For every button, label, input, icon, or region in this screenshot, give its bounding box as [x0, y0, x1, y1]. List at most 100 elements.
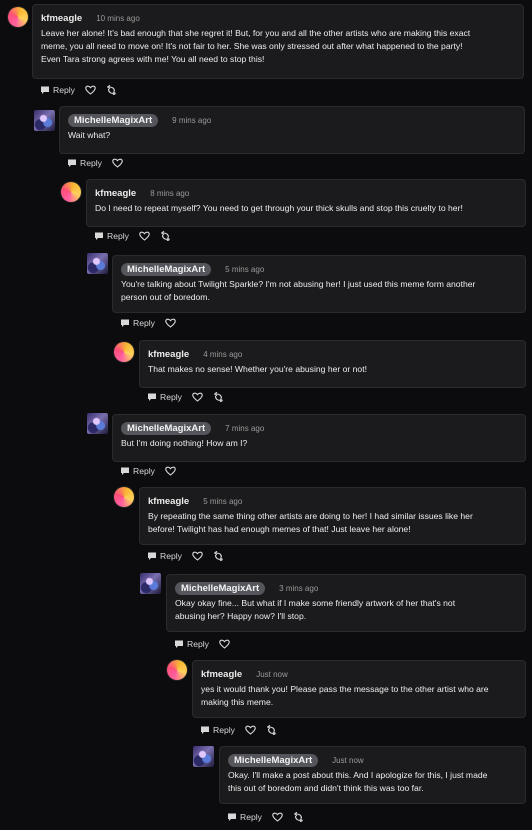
timestamp[interactable]: Just now — [256, 670, 288, 679]
reply-label: Reply — [107, 231, 129, 241]
favourite-button[interactable] — [165, 466, 176, 476]
username-link[interactable]: kfmeagle — [148, 349, 189, 360]
avatar[interactable] — [8, 7, 28, 27]
favourite-button[interactable] — [245, 725, 256, 735]
comment-text-line: Okay. I'll make a post about this. And I… — [228, 770, 488, 780]
reply-button[interactable]: Reply — [227, 812, 262, 822]
heart-icon — [85, 85, 96, 95]
share-icon — [293, 812, 304, 822]
comment-text-line: making this meme. — [201, 697, 274, 707]
heart-icon — [112, 158, 123, 168]
timestamp[interactable]: 8 mins ago — [150, 189, 189, 198]
comment-body: MichelleMagixArt Just now Okay. I'll mak… — [219, 746, 526, 804]
username-link[interactable]: MichelleMagixArt — [228, 753, 319, 767]
reply-button[interactable]: Reply — [200, 725, 235, 735]
share-button[interactable] — [266, 725, 277, 735]
comment-actions: Reply — [40, 84, 127, 96]
reply-icon — [227, 812, 237, 822]
reply-label: Reply — [213, 725, 235, 735]
timestamp[interactable]: 9 mins ago — [172, 116, 211, 125]
avatar[interactable] — [34, 110, 55, 131]
comment-text-line: By repeating the same thing other artist… — [148, 511, 473, 521]
username-link[interactable]: MichelleMagixArt — [121, 421, 212, 435]
username-link[interactable]: MichelleMagixArt — [121, 262, 212, 276]
reply-button[interactable]: Reply — [94, 231, 129, 241]
favourite-button[interactable] — [85, 85, 96, 95]
avatar[interactable] — [87, 253, 108, 274]
comment-text-line: person out of boredom. — [121, 292, 210, 302]
username-link[interactable]: kfmeagle — [95, 188, 136, 199]
reply-button[interactable]: Reply — [147, 551, 182, 561]
avatar[interactable] — [114, 487, 134, 507]
favourite-button[interactable] — [139, 231, 150, 241]
comment-actions: Reply — [94, 230, 181, 242]
reply-button[interactable]: Reply — [120, 318, 155, 328]
comment-actions: Reply — [120, 317, 186, 329]
share-button[interactable] — [213, 551, 224, 561]
favourite-button[interactable] — [165, 318, 176, 328]
reply-icon — [40, 85, 50, 95]
username-link[interactable]: MichelleMagixArt — [175, 581, 266, 595]
reply-icon — [120, 466, 130, 476]
reply-icon — [200, 725, 210, 735]
username-link[interactable]: MichelleMagixArt — [68, 113, 159, 127]
share-icon — [213, 392, 224, 402]
comment-actions: Reply — [147, 391, 234, 403]
reply-button[interactable]: Reply — [40, 85, 75, 95]
timestamp[interactable]: 3 mins ago — [279, 584, 318, 593]
comment-text-line: Okay okay fine... But what if I make som… — [175, 598, 456, 608]
comment-body: MichelleMagixArt 9 mins ago Wait what? — [59, 106, 525, 154]
username-link[interactable]: kfmeagle — [201, 669, 242, 680]
comment-actions: Reply — [120, 465, 186, 477]
favourite-button[interactable] — [112, 158, 123, 168]
reply-button[interactable]: Reply — [67, 158, 102, 168]
heart-icon — [165, 466, 176, 476]
heart-icon — [272, 812, 283, 822]
avatar[interactable] — [87, 413, 108, 434]
reply-label: Reply — [80, 158, 102, 168]
favourite-button[interactable] — [192, 551, 203, 561]
share-icon — [213, 551, 224, 561]
reply-label: Reply — [160, 551, 182, 561]
reply-icon — [67, 158, 77, 168]
comment-body: kfmeagle 5 mins ago By repeating the sam… — [139, 487, 526, 545]
favourite-button[interactable] — [192, 392, 203, 402]
username-link[interactable]: kfmeagle — [148, 496, 189, 507]
share-button[interactable] — [106, 85, 117, 95]
heart-icon — [192, 392, 203, 402]
reply-icon — [120, 318, 130, 328]
share-icon — [160, 231, 171, 241]
heart-icon — [219, 639, 230, 649]
timestamp[interactable]: 5 mins ago — [225, 265, 264, 274]
timestamp[interactable]: Just now — [332, 756, 364, 765]
timestamp[interactable]: 10 mins ago — [96, 14, 140, 23]
share-button[interactable] — [213, 392, 224, 402]
comment-actions: Reply — [67, 157, 133, 169]
comment-text-line: before! Twilight has had enough memes of… — [148, 524, 411, 534]
timestamp[interactable]: 7 mins ago — [225, 424, 264, 433]
avatar[interactable] — [167, 660, 187, 680]
timestamp[interactable]: 5 mins ago — [203, 497, 242, 506]
comment-text-line: Wait what? — [68, 130, 111, 140]
reply-button[interactable]: Reply — [174, 639, 209, 649]
comment-text-line: this out of boredom and didn't think thi… — [228, 783, 424, 793]
comment-text-line: Even Tara strong agrees with me! You all… — [41, 54, 265, 64]
share-button[interactable] — [293, 812, 304, 822]
comment-body: MichelleMagixArt 5 mins ago You're talki… — [112, 255, 526, 313]
avatar[interactable] — [61, 182, 81, 202]
favourite-button[interactable] — [219, 639, 230, 649]
avatar[interactable] — [140, 573, 161, 594]
avatar[interactable] — [114, 342, 134, 362]
reply-button[interactable]: Reply — [120, 466, 155, 476]
avatar[interactable] — [193, 746, 214, 767]
reply-button[interactable]: Reply — [147, 392, 182, 402]
comment-body: kfmeagle 10 mins ago Leave her alone! It… — [32, 4, 524, 79]
username-link[interactable]: kfmeagle — [41, 13, 82, 24]
share-button[interactable] — [160, 231, 171, 241]
comment-body: MichelleMagixArt 3 mins ago Okay okay fi… — [166, 574, 526, 632]
reply-label: Reply — [160, 392, 182, 402]
comment-text-line: yes it would thank you! Please pass the … — [201, 684, 489, 694]
timestamp[interactable]: 4 mins ago — [203, 350, 242, 359]
favourite-button[interactable] — [272, 812, 283, 822]
comment-text-line: You're talking about Twilight Sparkle? I… — [121, 279, 476, 289]
